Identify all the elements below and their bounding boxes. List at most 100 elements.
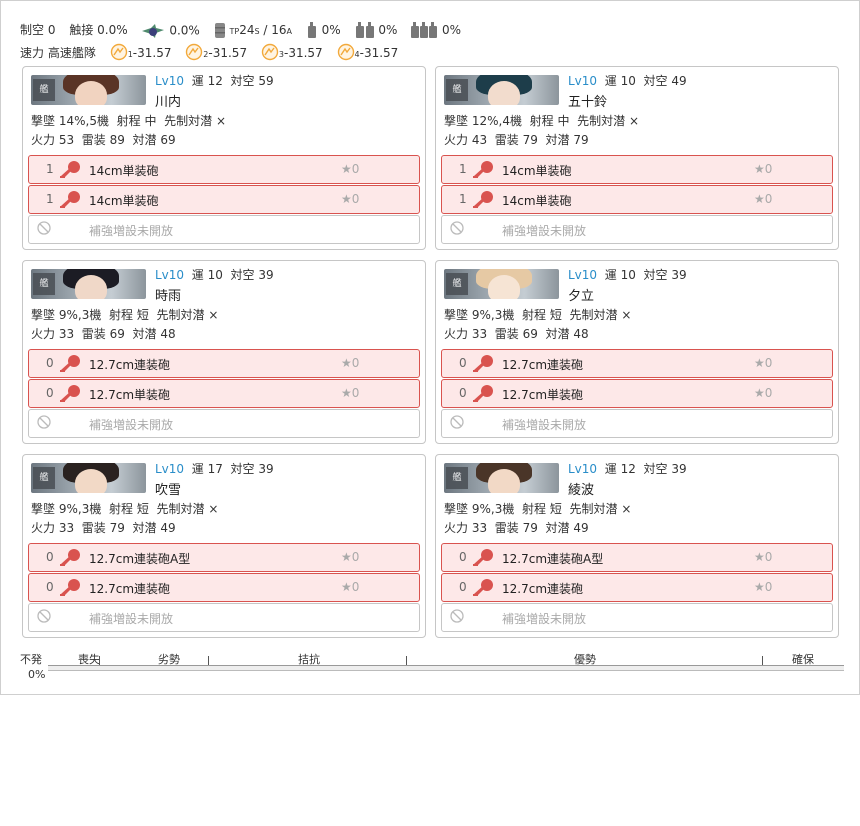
ship-oasw: × bbox=[621, 308, 632, 322]
tp-stat: TP24S / 16A bbox=[214, 22, 292, 39]
reinforce-slot[interactable]: 補強増設未開放 bbox=[28, 603, 420, 632]
ship-luck: 10 bbox=[620, 268, 636, 282]
los-value: -31.57 bbox=[284, 46, 323, 60]
equipment-slot[interactable]: 0 12.7cm連装砲A型 ★0 bbox=[441, 543, 833, 572]
transport-barrel-icon bbox=[214, 23, 225, 38]
ship-panel[interactable]: 艦 Lv10 運 17 対空 39 吹雪 撃墜 9%,3機 射程 短 先制対潜 × 火力… bbox=[22, 454, 426, 638]
torpedo-label: 雷装 bbox=[81, 133, 106, 147]
luck-label: 運 bbox=[604, 74, 617, 88]
firepower-label: 火力 bbox=[31, 327, 56, 341]
range-label: 射程 bbox=[108, 308, 133, 322]
slot-count: 0 bbox=[46, 580, 54, 594]
ship-banner-image: 艦 bbox=[31, 463, 146, 493]
equipment-name: 14cm単装砲 bbox=[502, 194, 572, 208]
oasw-label: 先制対潜 bbox=[156, 308, 205, 322]
equipment-slot[interactable]: 1 14cm単装砲 ★0 bbox=[441, 185, 833, 214]
ship-stats-line1: Lv10 運 10 対空 49 bbox=[568, 72, 687, 89]
range-label: 射程 bbox=[116, 114, 141, 128]
ship-stats-line3: 撃墜 9%,3機 射程 短 先制対潜 × bbox=[444, 306, 631, 323]
ban-icon bbox=[450, 609, 464, 623]
ship-range: 短 bbox=[549, 502, 562, 516]
ship-firepower: 53 bbox=[58, 133, 75, 147]
ship-firepower: 33 bbox=[58, 327, 75, 341]
ship-luck: 12 bbox=[620, 462, 636, 476]
reinforce-label: 補強増設未開放 bbox=[89, 224, 174, 238]
equipment-name: 14cm単装砲 bbox=[89, 164, 159, 178]
los-stat-4: 4-31.57 bbox=[337, 43, 398, 64]
ship-name: 綾波 bbox=[568, 483, 595, 498]
reinforce-slot[interactable]: 補強増設未開放 bbox=[28, 215, 420, 244]
equipment-slot[interactable]: 0 12.7cm連装砲 ★0 bbox=[441, 349, 833, 378]
los-stat-1: 1-31.57 bbox=[110, 43, 171, 64]
speed-stat: 速力 高速艦隊 bbox=[20, 44, 96, 61]
aa-label: 対空 bbox=[643, 462, 668, 476]
ship-asw: 79 bbox=[573, 133, 589, 147]
aa-label: 対空 bbox=[643, 268, 668, 282]
ship-stats-line3: 撃墜 12%,4機 射程 中 先制対潜 × bbox=[444, 112, 639, 129]
ship-panel[interactable]: 艦 Lv10 運 10 対空 39 夕立 撃墜 9%,3機 射程 短 先制対潜 × 火力… bbox=[435, 260, 839, 444]
ship-oasw: × bbox=[621, 502, 632, 516]
gauge-bar bbox=[48, 665, 844, 671]
ship-torpedo: 79 bbox=[109, 521, 125, 535]
equipment-slot[interactable]: 1 14cm単装砲 ★0 bbox=[28, 155, 420, 184]
ship-panel[interactable]: 艦 Lv10 運 12 対空 59 川内 撃墜 14%,5機 射程 中 先制対潜 × 火… bbox=[22, 66, 426, 250]
aa-label: 対空 bbox=[230, 462, 255, 476]
luck-label: 運 bbox=[604, 268, 617, 282]
improvement-star: ★0 bbox=[341, 386, 360, 400]
ship-firepower: 43 bbox=[471, 133, 488, 147]
improvement-star: ★0 bbox=[754, 192, 773, 206]
equipment-slot[interactable]: 0 12.7cm連装砲A型 ★0 bbox=[28, 543, 420, 572]
aa-label: 対空 bbox=[643, 74, 668, 88]
range-label: 射程 bbox=[529, 114, 554, 128]
slot-count: 0 bbox=[459, 356, 467, 370]
asw-label: 対潜 bbox=[545, 327, 570, 341]
ship-panel[interactable]: 艦 Lv10 運 12 対空 39 綾波 撃墜 9%,3機 射程 短 先制対潜 × 火力… bbox=[435, 454, 839, 638]
equipment-name: 12.7cm連装砲 bbox=[502, 582, 584, 596]
ship-stats-line3: 撃墜 9%,3機 射程 短 先制対潜 × bbox=[31, 500, 218, 517]
air-label: 制空 bbox=[20, 23, 45, 37]
slot-count: 1 bbox=[459, 162, 467, 176]
speed-value: 高速艦隊 bbox=[47, 46, 96, 60]
ship-shotdown: 9%,3機 bbox=[58, 502, 102, 516]
equipment-slot[interactable]: 0 12.7cm連装砲 ★0 bbox=[441, 573, 833, 602]
asw-label: 対潜 bbox=[545, 521, 570, 535]
equipment-slot[interactable]: 0 12.7cm単装砲 ★0 bbox=[441, 379, 833, 408]
lv-label: Lv bbox=[568, 268, 582, 282]
ship-stats-line4: 火力 43 雷装 79 対潜 79 bbox=[444, 131, 589, 148]
torpedo-label: 雷装 bbox=[494, 133, 519, 147]
los-value: -31.57 bbox=[208, 46, 248, 60]
gauge-percent: 0% bbox=[28, 668, 46, 681]
ship-range: 短 bbox=[136, 308, 149, 322]
ban-icon bbox=[37, 609, 51, 623]
reinforce-slot[interactable]: 補強増設未開放 bbox=[28, 409, 420, 438]
ship-panel[interactable]: 艦 Lv10 運 10 対空 49 五十鈴 撃墜 12%,4機 射程 中 先制対潜 ×… bbox=[435, 66, 839, 250]
reinforce-slot[interactable]: 補強増設未開放 bbox=[441, 409, 833, 438]
slot-count: 0 bbox=[459, 550, 467, 564]
ship-range: 中 bbox=[557, 114, 570, 128]
equipment-slot[interactable]: 0 12.7cm連装砲 ★0 bbox=[28, 573, 420, 602]
reinforce-slot[interactable]: 補強増設未開放 bbox=[441, 215, 833, 244]
ship-stats-line3: 撃墜 9%,3機 射程 短 先制対潜 × bbox=[444, 500, 631, 517]
ship-luck: 10 bbox=[620, 74, 636, 88]
equipment-slot[interactable]: 0 12.7cm単装砲 ★0 bbox=[28, 379, 420, 408]
firepower-label: 火力 bbox=[444, 327, 469, 341]
equipment-slot[interactable]: 0 12.7cm連装砲 ★0 bbox=[28, 349, 420, 378]
plane-icon bbox=[142, 23, 165, 38]
ship-panel[interactable]: 艦 Lv10 運 10 対空 39 時雨 撃墜 9%,3機 射程 短 先制対潜 × 火力… bbox=[22, 260, 426, 444]
equipment-slot[interactable]: 1 14cm単装砲 ★0 bbox=[441, 155, 833, 184]
torpedo-label: 雷装 bbox=[81, 521, 106, 535]
shotdown-label: 撃墜 bbox=[444, 308, 469, 322]
ship-name: 川内 bbox=[155, 95, 182, 110]
drum1-stat: 0% bbox=[306, 22, 341, 39]
ship-aa: 39 bbox=[671, 268, 687, 282]
ship-firepower: 33 bbox=[471, 521, 488, 535]
equipment-name: 12.7cm単装砲 bbox=[502, 388, 584, 402]
reinforce-slot[interactable]: 補強増設未開放 bbox=[441, 603, 833, 632]
aa-label: 対空 bbox=[230, 74, 255, 88]
equipment-slot[interactable]: 1 14cm単装砲 ★0 bbox=[28, 185, 420, 214]
ship-luck: 12 bbox=[207, 74, 223, 88]
slot-count: 0 bbox=[46, 386, 54, 400]
ship-shotdown: 9%,3機 bbox=[471, 502, 515, 516]
tp-s-value: 24 bbox=[239, 23, 255, 37]
ship-range: 短 bbox=[136, 502, 149, 516]
